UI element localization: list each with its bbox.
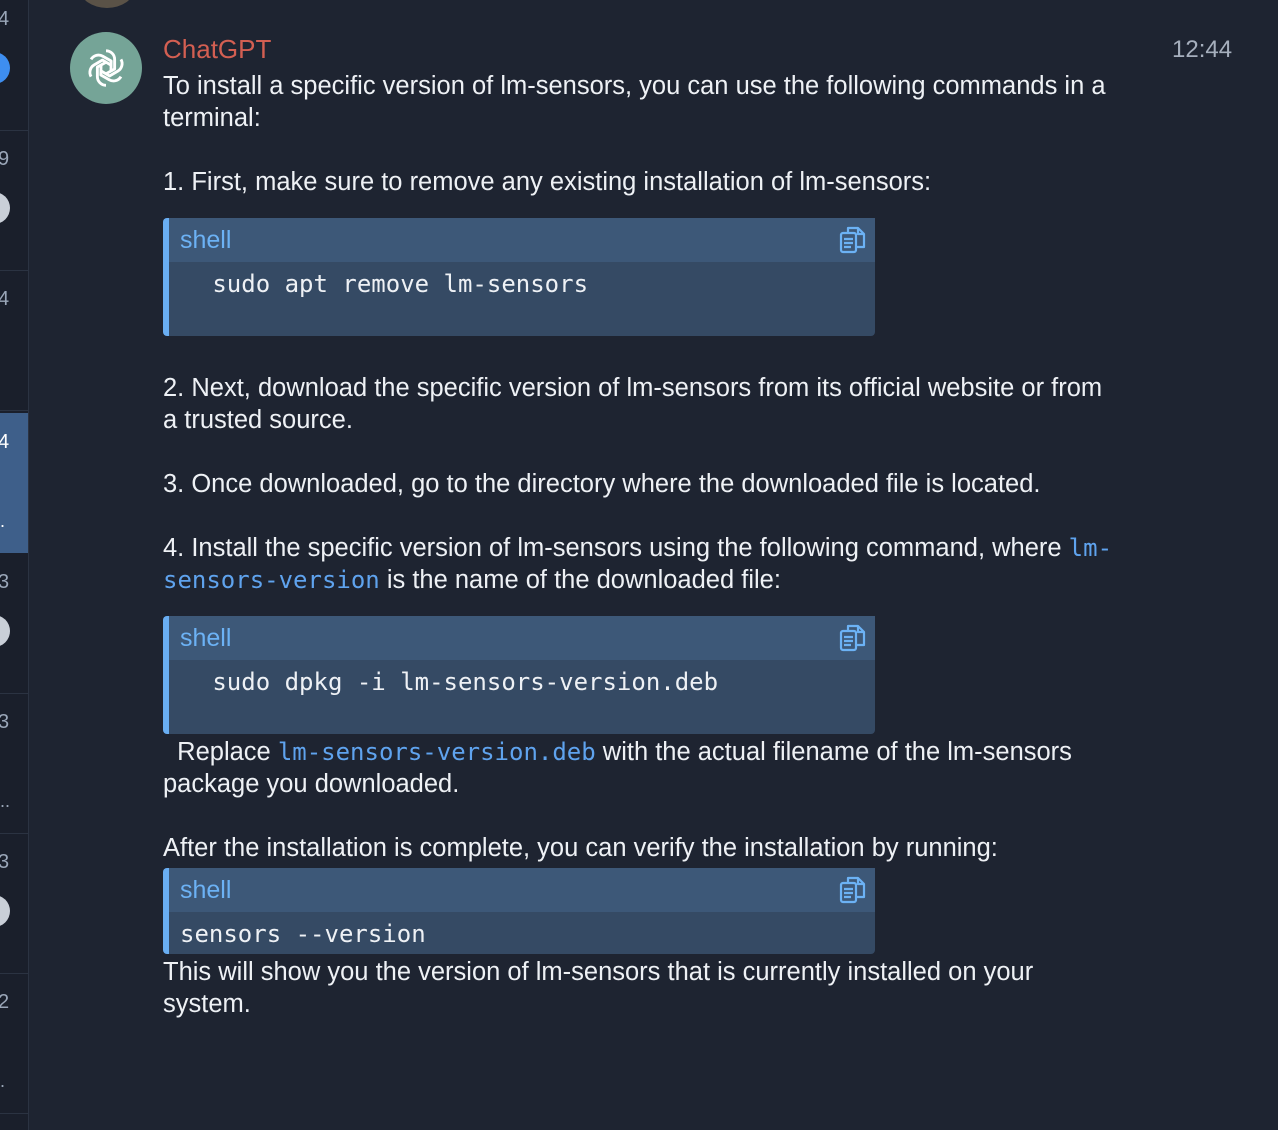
chat-preview-truncated: .. <box>0 791 11 811</box>
chat-badge <box>0 895 10 927</box>
chat-list-item[interactable]: 3 <box>0 833 28 974</box>
code-block-header: shell <box>169 616 875 660</box>
code-content[interactable]: sudo dpkg -i lm-sensors-version.deb <box>169 660 875 698</box>
chat-list-sidebar: 4 9 4 4 . 3 3 .. 3 2 . <box>0 0 29 1130</box>
sender-name[interactable]: ChatGPT <box>163 34 271 65</box>
chat-badge <box>0 615 10 647</box>
message-timestamp: 12:44 <box>1172 36 1233 63</box>
chat-list-item[interactable]: 9 <box>0 130 28 271</box>
chat-list-item[interactable]: 4 <box>0 270 28 411</box>
chat-list-item[interactable]: 3 .. <box>0 693 28 834</box>
chat-unread-count: 3 <box>0 571 9 594</box>
chat-unread-count: 4 <box>0 431 9 454</box>
code-content[interactable]: sensors --version <box>169 912 875 950</box>
openai-logo-glyph <box>85 49 127 87</box>
chat-unread-count: 4 <box>0 8 9 31</box>
copy-icon[interactable] <box>839 623 867 653</box>
step-2-text: 2. Next, download the specific version o… <box>163 374 1103 434</box>
chat-unread-count: 4 <box>0 288 9 311</box>
replace-text: Replace lm-sensors-version.deb with the … <box>163 736 1123 800</box>
code-block: shell sudo dpkg -i lm-sensors-version.de… <box>163 616 875 734</box>
message-body: To install a specific version of lm-sens… <box>163 70 1123 1020</box>
step-1-text: 1. First, make sure to remove any existi… <box>163 168 932 196</box>
previous-message-avatar <box>80 0 134 8</box>
step-4-text-b: is the name of the downloaded file: <box>379 566 781 594</box>
code-content[interactable]: sudo apt remove lm-sensors <box>169 262 875 300</box>
code-block-header: shell <box>169 218 875 262</box>
code-language-label: shell <box>180 876 232 904</box>
chat-unread-count: 9 <box>0 148 9 171</box>
code-language-label: shell <box>180 226 232 254</box>
chat-list-item[interactable]: 2 . <box>0 973 28 1114</box>
chat-preview-truncated: . <box>0 1071 6 1091</box>
chat-preview-truncated: . <box>0 511 6 531</box>
chat-unread-count: 3 <box>0 711 9 734</box>
inline-code: lm-sensors-version.deb <box>277 738 596 766</box>
outro-text: This will show you the version of lm-sen… <box>163 958 1034 1018</box>
chat-list-item[interactable]: 4 <box>0 0 28 131</box>
chat-unread-count: 3 <box>0 851 9 874</box>
step-4-text: 4. Install the specific version of lm-se… <box>163 532 1123 596</box>
chat-unread-count: 2 <box>0 991 9 1014</box>
chat-list-item-active[interactable]: 4 . <box>0 413 28 553</box>
code-block: shell sensors --version <box>163 868 875 954</box>
after-install-text: After the installation is complete, you … <box>163 834 998 862</box>
copy-icon[interactable] <box>839 875 867 905</box>
chat-badge <box>0 192 10 224</box>
step-3-text: 3. Once downloaded, go to the directory … <box>163 470 1041 498</box>
unread-badge <box>0 52 10 84</box>
code-language-label: shell <box>180 624 232 652</box>
code-block: shell sudo apt remove lm-sensors <box>163 218 875 336</box>
openai-logo-icon[interactable] <box>70 32 142 104</box>
code-block-header: shell <box>169 868 875 912</box>
intro-text: To install a specific version of lm-sens… <box>163 72 1106 132</box>
chat-list-item[interactable]: 3 <box>0 553 28 694</box>
copy-icon[interactable] <box>839 225 867 255</box>
step-4-text-a: 4. Install the specific version of lm-se… <box>163 534 1069 562</box>
replace-text-a: Replace <box>163 738 278 766</box>
